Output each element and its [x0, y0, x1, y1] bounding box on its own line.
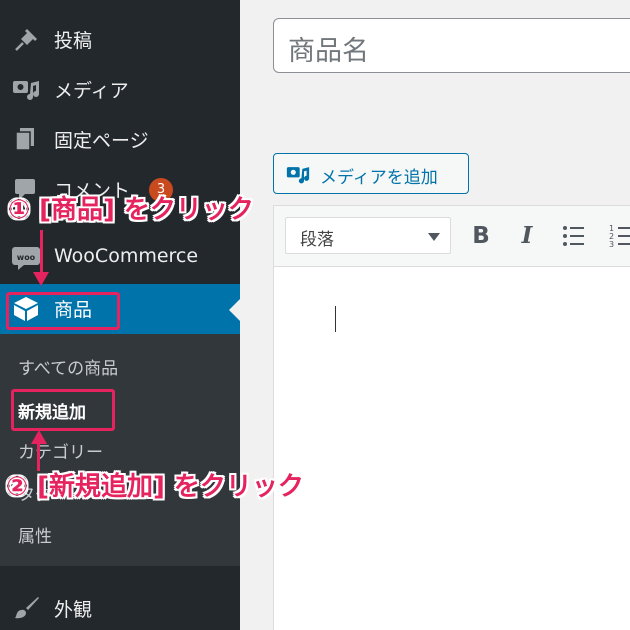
- editor-toolbar: 段落 B I 123: [274, 206, 630, 267]
- menu-label-woocommerce: WooCommerce: [54, 245, 199, 267]
- submenu-all-products[interactable]: すべての商品: [18, 354, 118, 379]
- product-name-placeholder: 商品名: [288, 36, 369, 67]
- step2-arrowhead: [31, 430, 47, 444]
- pages-icon: [12, 127, 40, 151]
- main-content: 商品名 メディアを追加 段落 B I 123: [240, 0, 630, 630]
- highlight-products: [6, 292, 120, 330]
- chevron-down-icon: [428, 233, 440, 241]
- bold-button[interactable]: B: [465, 220, 497, 252]
- italic-button[interactable]: I: [511, 220, 543, 252]
- text-cursor: [335, 306, 336, 332]
- menu-label-media: メディア: [54, 80, 129, 102]
- products-submenu: すべての商品 新規追加 カテゴリー タグ 属性: [0, 334, 240, 566]
- highlight-add-new: [11, 389, 115, 431]
- content-editor: 段落 B I 123: [273, 205, 630, 630]
- add-media-button[interactable]: メディアを追加: [273, 153, 469, 194]
- step1-instruction: ① [商品] をクリック: [8, 195, 254, 225]
- submenu-attributes[interactable]: 属性: [18, 522, 52, 547]
- pushpin-icon: [12, 27, 40, 51]
- menu-item-pages[interactable]: 固定ページ: [0, 119, 240, 159]
- media-icon: [12, 77, 40, 101]
- add-media-label: メディアを追加: [320, 168, 438, 188]
- numbered-list-icon[interactable]: 123: [607, 220, 630, 252]
- svg-text:woo: woo: [17, 253, 36, 262]
- format-select-value: 段落: [300, 230, 334, 250]
- menu-item-posts[interactable]: 投稿: [0, 19, 240, 59]
- format-select[interactable]: 段落: [285, 217, 451, 254]
- woocommerce-icon: woo: [12, 246, 40, 270]
- product-name-field[interactable]: 商品名: [273, 18, 630, 73]
- step2-instruction: ② [新規追加] をクリック: [6, 472, 304, 502]
- current-menu-arrow: [229, 299, 240, 321]
- svg-text:3: 3: [609, 240, 614, 249]
- paintbrush-icon: [12, 596, 40, 620]
- menu-label-pages: 固定ページ: [54, 130, 149, 152]
- menu-item-appearance[interactable]: 外観: [0, 588, 240, 628]
- step1-arrowhead: [33, 272, 49, 286]
- menu-label-posts: 投稿: [54, 30, 93, 52]
- menu-item-media[interactable]: メディア: [0, 69, 240, 109]
- menu-label-appearance: 外観: [54, 599, 93, 621]
- step1-arrow: [40, 230, 43, 278]
- add-media-icon: [286, 163, 310, 185]
- bullet-list-icon[interactable]: [559, 220, 591, 252]
